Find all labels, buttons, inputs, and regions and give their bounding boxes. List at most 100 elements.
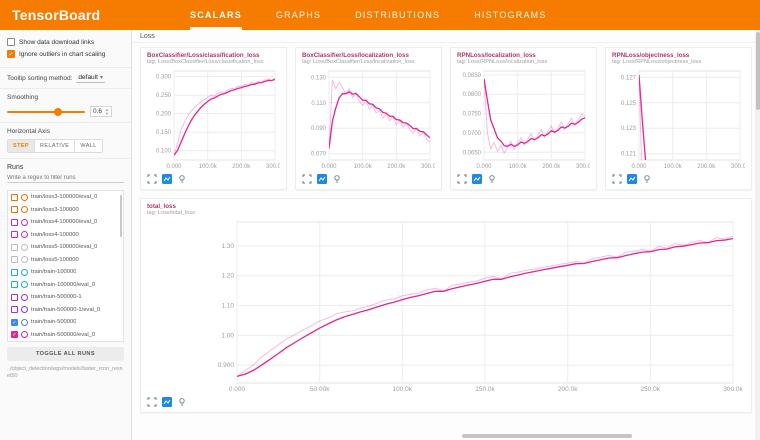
run-item[interactable]: train/loss3-100000: [8, 204, 123, 217]
scalar-chart[interactable]: 0.0700.0900.1100.1300.000100.0k200.0k300…: [302, 67, 435, 171]
svg-text:250.0k: 250.0k: [641, 386, 661, 393]
tab-distributions[interactable]: DISTRIBUTIONS: [355, 0, 440, 30]
run-checkbox[interactable]: [11, 206, 18, 213]
smoothing-value: 0.6: [93, 108, 102, 115]
run-item[interactable]: train/loss5-100000/eval_0: [8, 241, 123, 254]
svg-text:200.0k: 200.0k: [558, 386, 578, 393]
axis-relative-button[interactable]: RELATIVE: [35, 140, 75, 152]
svg-text:1.00: 1.00: [221, 332, 234, 339]
app-title: TensorBoard: [0, 7, 150, 23]
run-checkbox[interactable]: [11, 231, 18, 238]
run-color-swatch: [21, 269, 28, 276]
stepper-icon[interactable]: ▲▼: [105, 108, 109, 115]
fullscreen-icon[interactable]: [302, 174, 312, 184]
tooltip-sort-select[interactable]: default ▾: [76, 73, 105, 83]
svg-text:50.00k: 50.00k: [310, 386, 330, 393]
svg-text:0.090: 0.090: [311, 126, 327, 132]
smoothing-value-input[interactable]: 0.6 ▲▼: [90, 106, 112, 117]
chart-card: BoxClassifier/Loss/localization_loss tag…: [295, 47, 442, 190]
fullscreen-icon[interactable]: [147, 397, 157, 407]
axis-step-button[interactable]: STEP: [8, 140, 35, 152]
run-item[interactable]: ✓ train/train-500000/eval_0: [8, 329, 123, 342]
run-label: train/train-500000: [31, 319, 76, 325]
svg-text:0.0850: 0.0850: [463, 73, 482, 79]
pin-icon[interactable]: [177, 174, 187, 184]
run-item[interactable]: train/loss4-100000: [8, 229, 123, 242]
svg-text:1.20: 1.20: [221, 273, 234, 280]
fit-domain-icon[interactable]: [627, 174, 637, 184]
runs-scrollbar[interactable]: [120, 195, 122, 237]
run-label: train/loss3-100000: [31, 207, 79, 213]
chart-card: BoxClassifier/Loss/classification_loss t…: [140, 47, 287, 190]
run-checkbox[interactable]: [11, 269, 18, 276]
run-item[interactable]: train/train-100000/eval_0: [8, 279, 123, 292]
svg-text:0.130: 0.130: [311, 75, 327, 81]
run-item[interactable]: ✓ train/train-500000: [8, 316, 123, 329]
run-checkbox[interactable]: ✓: [11, 319, 18, 326]
svg-text:100.0k: 100.0k: [354, 164, 373, 170]
run-checkbox[interactable]: [11, 256, 18, 263]
smoothing-label: Smoothing: [7, 94, 124, 101]
chart-toolbar: [612, 171, 745, 185]
tab-histograms[interactable]: HISTOGRAMS: [474, 0, 546, 30]
fit-domain-icon[interactable]: [472, 174, 482, 184]
smoothing-slider[interactable]: [7, 111, 85, 113]
fit-domain-icon[interactable]: [317, 174, 327, 184]
runs-filter-input[interactable]: [7, 174, 124, 183]
checkbox-checked-icon[interactable]: ✓: [7, 50, 15, 58]
chart-toolbar: [147, 394, 745, 408]
vertical-scrollbar[interactable]: [756, 32, 760, 110]
horizontal-scrollbar[interactable]: [462, 434, 632, 438]
pin-icon[interactable]: [177, 397, 187, 407]
chart-card: RPNLoss/localization_loss tag: Loss/RPNL…: [450, 47, 597, 190]
run-item[interactable]: train/loss3-100000/eval_0: [8, 191, 123, 204]
run-color-swatch: [21, 194, 28, 201]
axis-wall-button[interactable]: WALL: [75, 140, 101, 152]
run-checkbox[interactable]: [11, 194, 18, 201]
tab-graphs[interactable]: GRAPHS: [276, 0, 321, 30]
run-checkbox[interactable]: [11, 306, 18, 313]
run-checkbox[interactable]: [11, 294, 18, 301]
run-checkbox[interactable]: ✓: [11, 331, 18, 338]
run-item[interactable]: train/train-500000-1/eval_0: [8, 304, 123, 317]
run-checkbox[interactable]: [11, 219, 18, 226]
sidebar-checkbox-row[interactable]: ✓Ignore outliers in chart scaling: [7, 50, 124, 59]
toggle-all-runs-button[interactable]: TOGGLE ALL RUNS: [7, 347, 124, 361]
total-loss-chart[interactable]: 0.9001.001.101.201.300.00050.00k100.0k15…: [147, 218, 745, 394]
chart-title: BoxClassifier/Loss/localization_loss: [302, 52, 435, 59]
pin-icon[interactable]: [332, 174, 342, 184]
chart-tag: tag: Loss/total_loss: [147, 210, 745, 216]
scalar-chart[interactable]: 0.1210.1230.1250.1270.000100.0k200.0k300…: [612, 67, 745, 171]
svg-text:0.0800: 0.0800: [463, 92, 482, 98]
tab-scalars[interactable]: SCALARS: [190, 0, 242, 30]
run-color-swatch: [21, 219, 28, 226]
tooltip-sort-row: Tooltip sorting method: default ▾: [0, 68, 131, 89]
chart-title: RPNLoss/objectness_loss: [612, 52, 745, 59]
chart-tag: tag: Loss/RPNLoss/localization_loss: [457, 59, 590, 65]
fullscreen-icon[interactable]: [457, 174, 467, 184]
svg-text:0.127: 0.127: [621, 75, 637, 81]
svg-text:300.0k: 300.0k: [421, 164, 435, 170]
fullscreen-icon[interactable]: [147, 174, 157, 184]
run-item[interactable]: train/loss5-100000: [8, 254, 123, 267]
run-checkbox[interactable]: [11, 281, 18, 288]
scalar-chart[interactable]: 0.1000.1500.2000.2500.3000.000100.0k200.…: [147, 67, 280, 171]
fit-domain-icon[interactable]: [162, 174, 172, 184]
run-item[interactable]: train/loss4-100000/eval_0: [8, 216, 123, 229]
run-item[interactable]: train/train-500000-1: [8, 291, 123, 304]
slider-thumb[interactable]: [54, 108, 62, 116]
run-color-swatch: [21, 331, 28, 338]
scalar-chart[interactable]: 0.06500.07000.07500.08000.08500.000100.0…: [457, 67, 590, 171]
svg-text:0.000: 0.000: [476, 164, 492, 170]
checkbox-icon[interactable]: [7, 38, 15, 46]
fit-domain-icon[interactable]: [162, 397, 172, 407]
svg-text:0.125: 0.125: [621, 101, 637, 107]
app-header: TensorBoard SCALARS GRAPHS DISTRIBUTIONS HI…: [0, 0, 760, 30]
run-item[interactable]: train/train-100000: [8, 266, 123, 279]
chart-tag: tag: Loss/RPNLoss/objectness_loss: [612, 59, 745, 65]
run-checkbox[interactable]: [11, 244, 18, 251]
pin-icon[interactable]: [642, 174, 652, 184]
pin-icon[interactable]: [487, 174, 497, 184]
fullscreen-icon[interactable]: [612, 174, 622, 184]
sidebar-checkbox-row[interactable]: Show data download links: [7, 38, 124, 47]
